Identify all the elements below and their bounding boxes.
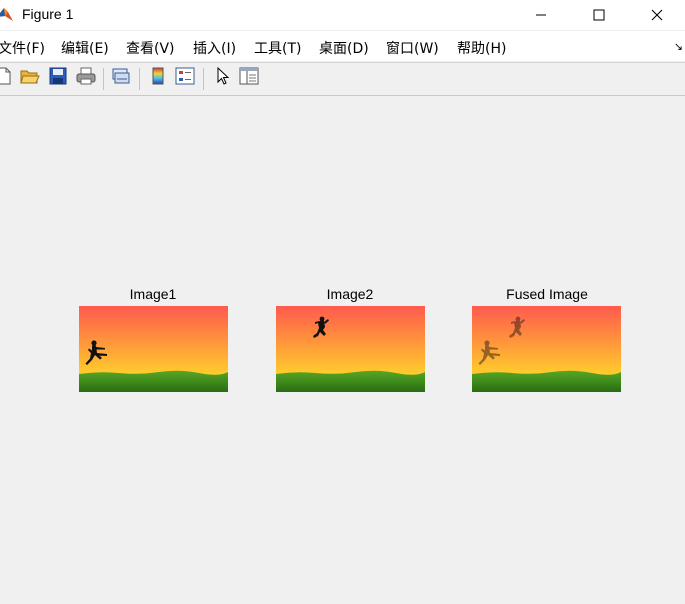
- close-button[interactable]: [628, 0, 685, 30]
- save-icon: [49, 67, 67, 89]
- menu-window[interactable]: 窗口(W): [386, 38, 439, 58]
- matlab-logo-icon: [0, 5, 14, 23]
- maximize-icon: [593, 9, 605, 21]
- colorbar-icon: [152, 67, 164, 89]
- new-figure-button[interactable]: [0, 67, 14, 89]
- menu-view[interactable]: 查看(V): [126, 38, 175, 58]
- axes-title-image1: Image1: [129, 286, 177, 302]
- toolbar-separator: [103, 68, 104, 90]
- menu-help[interactable]: 帮助(H): [457, 38, 506, 58]
- image2-picture: [276, 306, 425, 392]
- print-icon: [76, 67, 96, 89]
- title-bar: Figure 1: [0, 0, 685, 30]
- figure-toolbar: [0, 62, 685, 96]
- open-file-icon: [20, 67, 40, 89]
- image1-picture: [79, 306, 228, 392]
- axes-title-image2: Image2: [326, 286, 374, 302]
- select-pointer-icon: [216, 66, 230, 89]
- colorbar-button[interactable]: [148, 67, 168, 89]
- close-icon: [651, 9, 663, 21]
- axes-image2[interactable]: [276, 306, 425, 392]
- open-file-button[interactable]: [20, 68, 40, 88]
- menu-edit[interactable]: 编辑(E): [61, 38, 109, 58]
- link-plot-button[interactable]: [111, 68, 131, 88]
- select-pointer-button[interactable]: [213, 66, 233, 89]
- menu-tools[interactable]: 工具(T): [254, 38, 301, 58]
- axes-title-fused-image: Fused Image: [506, 286, 588, 302]
- menu-insert[interactable]: 插入(I): [193, 38, 236, 58]
- maximize-button[interactable]: [570, 0, 628, 30]
- toolbar-separator: [203, 68, 204, 90]
- print-button[interactable]: [76, 67, 96, 89]
- menu-desktop[interactable]: 桌面(D): [319, 38, 369, 58]
- new-figure-icon: [0, 67, 12, 89]
- menu-file[interactable]: 文件(F): [0, 38, 45, 58]
- fused-image-picture: [472, 306, 621, 392]
- menubar-dock-arrow-icon[interactable]: ↘: [674, 40, 683, 53]
- legend-icon: [175, 67, 195, 89]
- minimize-button[interactable]: [512, 0, 570, 30]
- axes-image1[interactable]: [79, 306, 228, 392]
- legend-button[interactable]: [175, 67, 195, 89]
- window-title: Figure 1: [22, 6, 74, 22]
- property-inspector-button[interactable]: [239, 67, 259, 89]
- axes-fused-image[interactable]: [472, 306, 621, 392]
- menu-bar: 文件(F) 编辑(E) 查看(V) 插入(I) 工具(T) 桌面(D) 窗口(W…: [0, 31, 685, 61]
- save-button[interactable]: [48, 67, 68, 89]
- minimize-icon: [535, 9, 547, 21]
- property-inspector-icon: [239, 67, 259, 89]
- link-plot-icon: [111, 67, 131, 89]
- toolbar-separator: [139, 68, 140, 90]
